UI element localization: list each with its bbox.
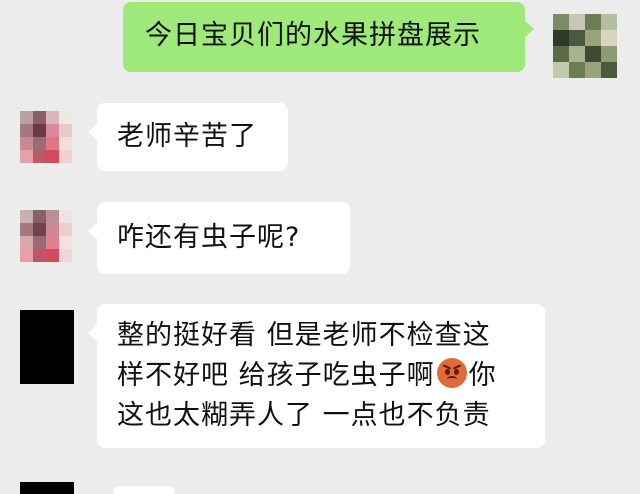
avatar-contact[interactable] xyxy=(20,210,72,262)
message-text: 咋还有虫子呢? xyxy=(117,222,301,253)
message-text-line: 这也太糊弄人了 一点也不负责 xyxy=(117,400,491,431)
angry-face-icon xyxy=(436,358,467,388)
pixelated-avatar-icon xyxy=(20,210,72,262)
message-incoming: 咋还有虫子呢? xyxy=(0,196,640,280)
message-incoming: 整的挺好看 但是老师不检查这 样不好吧 给孩子吃虫子啊 你 这也太糊弄人了 一点也… xyxy=(0,298,640,458)
message-text-line: 样不好吧 给孩子吃虫子啊 你 xyxy=(117,356,545,396)
message-text: 老师辛苦了 xyxy=(117,121,257,152)
avatar-contact-black[interactable] xyxy=(20,482,74,494)
chat-area[interactable]: 今日宝贝们的水果拼盘展示 老师辛苦了 咋还有虫子呢? 整的挺好看 但是老师不检查… xyxy=(0,0,640,494)
avatar-contact[interactable] xyxy=(20,111,72,163)
message-bubble[interactable]: 老师辛苦了 xyxy=(88,103,288,171)
message-outgoing: 今日宝贝们的水果拼盘展示 xyxy=(0,0,640,80)
message-bubble[interactable]: 今日宝贝们的水果拼盘展示 xyxy=(123,2,534,72)
black-avatar-icon xyxy=(20,310,74,384)
avatar-contact-black[interactable] xyxy=(20,310,74,384)
message-text: 今日宝贝们的水果拼盘展示 xyxy=(145,20,481,51)
message-text-line: 整的挺好看 但是老师不检查这 xyxy=(117,320,491,351)
message-incoming: 老师辛苦了 xyxy=(0,95,640,175)
message-partial xyxy=(0,478,640,494)
message-text-segment: 你 xyxy=(468,360,497,391)
message-bubble[interactable]: 咋还有虫子呢? xyxy=(88,202,350,274)
message-text-segment: 样不好吧 给孩子吃虫子啊 xyxy=(117,360,435,391)
pixelated-avatar-icon xyxy=(20,111,72,163)
message-bubble[interactable]: 整的挺好看 但是老师不检查这 样不好吧 给孩子吃虫子啊 你 这也太糊弄人了 一点也… xyxy=(88,304,545,448)
avatar-self[interactable] xyxy=(553,14,617,78)
pixelated-avatar-icon xyxy=(553,14,617,78)
message-bubble[interactable] xyxy=(114,486,174,494)
